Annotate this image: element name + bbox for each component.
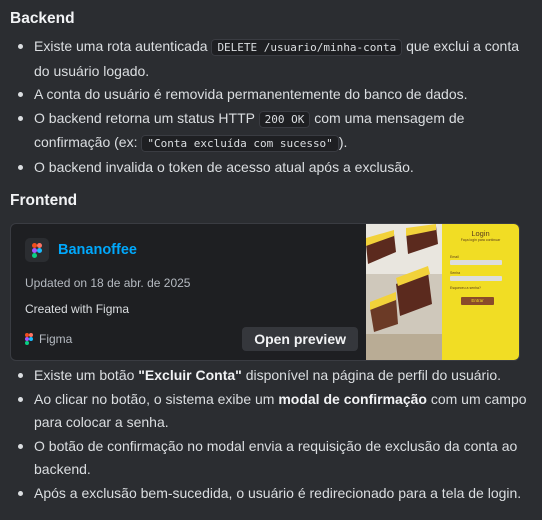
mock-password-field [450, 276, 502, 281]
backend-heading: Backend [10, 10, 75, 27]
list-item: O backend invalida o token de acesso atu… [10, 156, 532, 180]
list-item: A conta do usuário é removida permanente… [10, 83, 532, 107]
figma-logo-icon [25, 238, 49, 262]
code-span: "Conta excluída com sucesso" [141, 135, 339, 152]
login-mockup: Login Faça login para continuar Email Se… [442, 224, 519, 360]
list-item: Após a exclusão bem-sucedida, o usuário … [10, 482, 532, 506]
figma-small-icon [25, 333, 33, 345]
backend-list: Existe uma rota autenticada DELETE /usua… [10, 35, 532, 179]
list-item: Existe uma rota autenticada DELETE /usua… [10, 35, 532, 83]
list-item: O backend retorna um status HTTP 200 OK … [10, 107, 532, 156]
code-span: DELETE /usuario/minha-conta [211, 39, 403, 56]
created-with: Created with Figma [25, 302, 130, 316]
list-item: Ao clicar no botão, o sistema exibe um m… [10, 388, 532, 435]
embed-title-link[interactable]: Bananoffee [58, 242, 137, 258]
open-preview-button[interactable]: Open preview [242, 327, 358, 351]
frontend-list: Existe um botão "Excluir Conta" disponív… [10, 364, 532, 505]
figma-embed-card: Bananoffee Updated on 18 de abr. de 2025… [10, 223, 520, 361]
mock-email-field [450, 260, 502, 265]
mock-enter-button: Entrar [461, 297, 494, 305]
updated-date: Updated on 18 de abr. de 2025 [25, 276, 191, 290]
frontend-heading: Frontend [10, 192, 78, 209]
code-span: 200 OK [258, 110, 311, 128]
list-item: O botão de confirmação no modal envia a … [10, 435, 532, 482]
cake-photo [366, 224, 442, 360]
provider-label: Figma [39, 332, 73, 346]
preview-thumbnail[interactable]: Login Faça login para continuar Email Se… [366, 224, 519, 360]
list-item: Existe um botão "Excluir Conta" disponív… [10, 364, 532, 388]
